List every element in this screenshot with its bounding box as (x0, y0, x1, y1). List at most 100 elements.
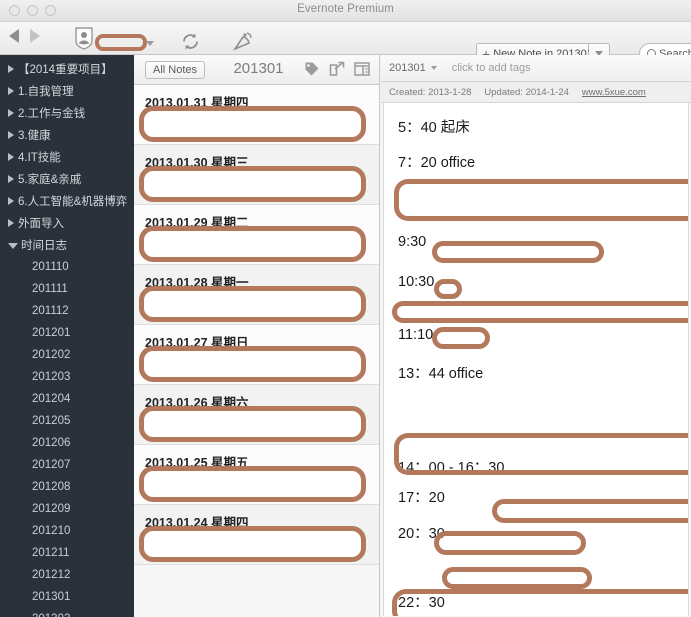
account-badge-icon[interactable] (74, 27, 94, 50)
window-titlebar: Evernote Premium (0, 0, 691, 22)
sidebar-group-5[interactable]: 5.家庭&亲戚 (0, 168, 134, 190)
note-line-7: 17：20 (398, 490, 445, 506)
chevron-down-icon[interactable] (8, 243, 18, 249)
sidebar-notebook-201205[interactable]: 201205 (0, 410, 134, 432)
sidebar-group-label: 【2014重要项目】 (18, 64, 113, 76)
created-date: Created: 2013-1-28 (389, 86, 472, 98)
sidebar-notebook-201212[interactable]: 201212 (0, 564, 134, 586)
all-notes-button[interactable]: All Notes (145, 60, 206, 79)
sidebar-group-list: 【2014重要项目】 1.自我管理 2.工作与金钱 3.健康 4.IT技能 5.家庭&亲戚… (0, 58, 134, 256)
note-content-redaction-8 (442, 567, 592, 589)
sidebar-notebook-201302[interactable]: 201302 (0, 608, 134, 617)
note-list-item[interactable]: 2013.01.26 星期六 (134, 385, 379, 445)
sidebar-notebook-201208[interactable]: 201208 (0, 476, 134, 498)
sidebar-group-6[interactable]: 6.人工智能&机器博弈 (0, 190, 134, 212)
list-view-icon[interactable] (354, 61, 370, 77)
sidebar-group-2[interactable]: 2.工作与金钱 (0, 102, 134, 124)
sidebar-notebook-201110[interactable]: 201110 (0, 256, 134, 278)
note-content-redaction-0 (394, 179, 688, 221)
source-url-link[interactable]: www.5xue.com (582, 87, 646, 98)
note-list-item[interactable]: 2013.01.30 星期三10:1:00 ... 记超市 ... 18 40 … (134, 145, 379, 205)
sidebar-notebook-label: 201212 (32, 569, 71, 581)
navigation-arrows (9, 29, 40, 43)
sidebar-group-7[interactable]: 外面导入 (0, 212, 134, 234)
sidebar-notebook-label: 201204 (32, 393, 71, 405)
sidebar-group-4[interactable]: 4.IT技能 (0, 146, 134, 168)
forward-arrow-icon[interactable] (30, 29, 40, 43)
sidebar-group-1[interactable]: 1.自我管理 (0, 80, 134, 102)
updated-date: Updated: 2014-1-24 (484, 86, 569, 98)
note-content-redaction-5 (394, 433, 688, 475)
sidebar-notebook-label: 201301 (32, 591, 71, 603)
chevron-right-icon[interactable] (8, 87, 14, 95)
note-body[interactable]: 5：40 起床 7：20 office 9:30 10:30 11:10 13：44 of… (383, 103, 689, 616)
chevron-right-icon[interactable] (8, 153, 14, 161)
chevron-right-icon[interactable] (8, 109, 14, 117)
chevron-right-icon[interactable] (8, 197, 14, 205)
note-content-redaction-1 (432, 241, 604, 263)
sidebar-notebook-201203[interactable]: 201203 (0, 366, 134, 388)
editor-notebook-name[interactable]: 201301 (389, 62, 426, 74)
sidebar-group-label: 5.家庭&亲戚 (18, 174, 82, 186)
note-list-item[interactable]: 2013.01.25 星期五10 ... 记起床 ... 10 ... (134, 445, 379, 505)
note-content-redaction-2 (434, 279, 462, 299)
chevron-right-icon[interactable] (8, 175, 14, 183)
sidebar-notebook-201301[interactable]: 201301 (0, 586, 134, 608)
note-list-title[interactable]: 201301 (211, 60, 306, 77)
sidebar-notebook-201202[interactable]: 201202 (0, 344, 134, 366)
sidebar-notebook-201211[interactable]: 201211 (0, 542, 134, 564)
sidebar-notebook-label: 201302 (32, 613, 70, 617)
account-chevron-down-icon[interactable] (146, 41, 154, 46)
note-list-item[interactable]: 2013.01.24 星期四 (134, 505, 379, 565)
window-title: Evernote Premium (297, 3, 394, 15)
back-arrow-icon[interactable] (9, 29, 19, 43)
sidebar-notebook-201210[interactable]: 201210 (0, 520, 134, 542)
note-line-5: 13：44 office (398, 366, 484, 382)
note-list-item[interactable]: 2013.01.28 星期一201301 (134, 265, 379, 325)
note-preview-redaction (139, 406, 366, 442)
sync-icon[interactable] (180, 31, 201, 52)
sidebar-notebook-201111[interactable]: 201111 (0, 278, 134, 300)
sidebar-notebook-201207[interactable]: 201207 (0, 454, 134, 476)
sidebar-group-3[interactable]: 3.健康 (0, 124, 134, 146)
sidebar-notebook-201201[interactable]: 201201 (0, 322, 134, 344)
chevron-right-icon[interactable] (8, 65, 14, 73)
sidebar-notebook-label: 201203 (32, 371, 71, 383)
sidebar-group-label: 外面导入 (18, 218, 64, 230)
sidebar-notebook-201209[interactable]: 201209 (0, 498, 134, 520)
share-icon[interactable] (329, 61, 345, 77)
note-list-item[interactable]: 2013.01.27 星期日 (134, 325, 379, 385)
editor-meta-bar: Created: 2013-1-28 Updated: 2014-1-24 ww… (381, 82, 691, 103)
chevron-right-icon[interactable] (8, 131, 14, 139)
note-preview-redaction (139, 526, 366, 562)
note-editor-panel: 201301 click to add tags Created: 2013-1… (381, 55, 691, 617)
satellite-icon[interactable] (232, 31, 253, 52)
editor-tag-bar: 201301 click to add tags (381, 55, 691, 82)
sidebar-group-label: 2.工作与金钱 (18, 108, 86, 120)
note-preview-redaction (139, 226, 366, 262)
tag-icon[interactable] (304, 61, 320, 77)
sidebar-notebook-label: 201210 (32, 525, 71, 537)
sidebar-notebook-label: 201208 (32, 481, 71, 493)
sidebar-notebook-201204[interactable]: 201204 (0, 388, 134, 410)
note-preview-redaction (139, 166, 366, 202)
note-list-panel: All Notes 201301 2013.01.31 星期四 2013.01.… (134, 55, 380, 617)
note-list-item[interactable]: 2013.01.29 星期二10 ... ... 列 (134, 205, 379, 265)
editor-notebook-chevron-down-icon[interactable] (430, 66, 437, 70)
sidebar-group-label: 1.自我管理 (18, 86, 74, 98)
sidebar-notebook-201206[interactable]: 201206 (0, 432, 134, 454)
note-content-redaction-4 (432, 327, 490, 349)
sidebar-notebook-label: 201206 (32, 437, 71, 449)
sidebar-notebook-label: 201112 (32, 305, 69, 317)
note-preview-redaction (139, 346, 366, 382)
chevron-right-icon[interactable] (8, 219, 14, 227)
sidebar-group-8[interactable]: 时间日志 (0, 234, 134, 256)
note-list-icon-group (304, 61, 370, 77)
note-preview-redaction (139, 466, 366, 502)
note-list-item[interactable]: 2013.01.31 星期四 (134, 85, 379, 145)
sidebar-group-0[interactable]: 【2014重要项目】 (0, 58, 134, 80)
sidebar-notebook-201112[interactable]: 201112 (0, 300, 134, 322)
sidebar[interactable]: 【2014重要项目】 1.自我管理 2.工作与金钱 3.健康 4.IT技能 5.家庭&亲戚… (0, 55, 134, 617)
add-tags-field[interactable]: click to add tags (452, 62, 531, 74)
evernote-window: Evernote Premium + New Note in 201301 Se… (0, 0, 691, 617)
